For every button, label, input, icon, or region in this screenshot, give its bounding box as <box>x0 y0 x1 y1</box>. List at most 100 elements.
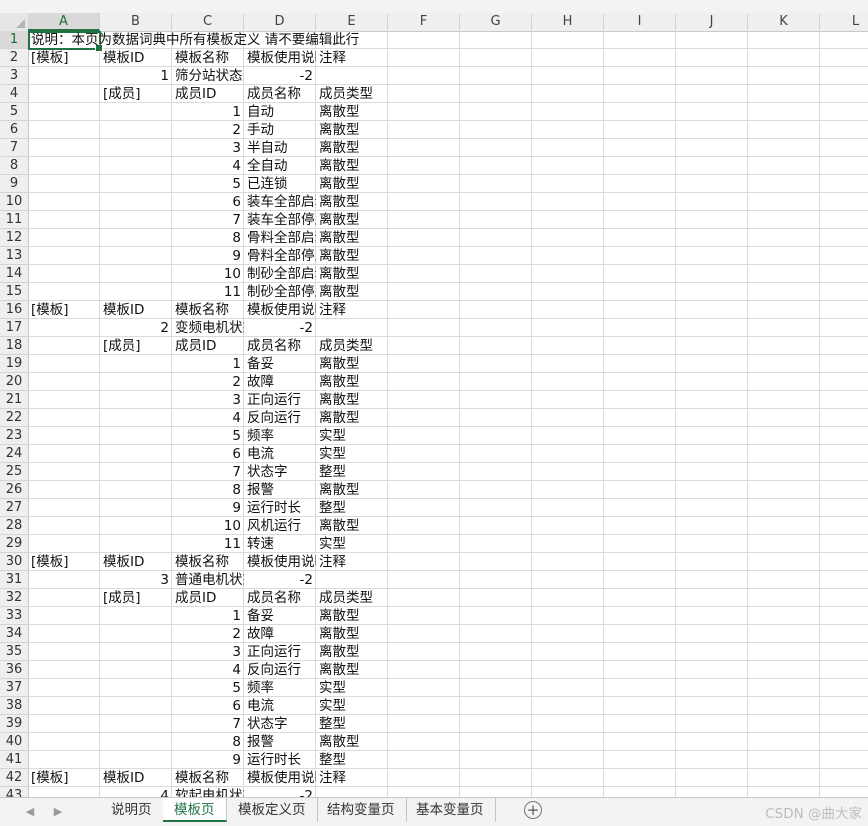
row-header[interactable]: 18 <box>0 337 28 355</box>
cell-c[interactable]: 1 <box>172 607 244 625</box>
cell-d[interactable]: 制砂全部停止 <box>244 283 316 301</box>
cell-a[interactable]: [模板] <box>28 553 100 571</box>
cell-d[interactable]: 电流 <box>244 445 316 463</box>
cell-e[interactable]: 整型 <box>316 751 388 769</box>
row-header[interactable]: 11 <box>0 211 28 229</box>
cell-c[interactable]: 模板名称 <box>172 49 244 67</box>
row-header[interactable]: 3 <box>0 67 28 85</box>
cell-d[interactable]: 制砂全部启动 <box>244 265 316 283</box>
cell-c[interactable]: 8 <box>172 733 244 751</box>
cell-d[interactable]: 风机运行 <box>244 517 316 535</box>
row-header[interactable]: 37 <box>0 679 28 697</box>
column-header-l[interactable]: L <box>820 13 868 31</box>
row-header[interactable]: 25 <box>0 463 28 481</box>
row-header[interactable]: 42 <box>0 769 28 787</box>
cell-e[interactable]: 离散型 <box>316 157 388 175</box>
row-header[interactable]: 40 <box>0 733 28 751</box>
cell-c[interactable]: 模板名称 <box>172 769 244 787</box>
cell-c[interactable]: 3 <box>172 391 244 409</box>
column-header-f[interactable]: F <box>388 13 460 31</box>
cell-e[interactable]: 成员类型 <box>316 85 388 103</box>
row-header[interactable]: 29 <box>0 535 28 553</box>
cell-b[interactable]: [成员] <box>100 589 172 607</box>
cell-c[interactable]: 3 <box>172 643 244 661</box>
cell-d[interactable]: 成员名称 <box>244 589 316 607</box>
row-header[interactable]: 17 <box>0 319 28 337</box>
cell-c[interactable]: 2 <box>172 121 244 139</box>
cell-c[interactable]: 7 <box>172 211 244 229</box>
cell-d[interactable]: 已连锁 <box>244 175 316 193</box>
column-header-c[interactable]: C <box>172 13 244 31</box>
cell-c[interactable]: 7 <box>172 715 244 733</box>
cell-e[interactable]: 离散型 <box>316 121 388 139</box>
cell-c[interactable]: 模板名称 <box>172 301 244 319</box>
row-header[interactable]: 12 <box>0 229 28 247</box>
row-header[interactable]: 26 <box>0 481 28 499</box>
cell-c[interactable]: 10 <box>172 517 244 535</box>
cell-c[interactable]: 6 <box>172 697 244 715</box>
cell-e[interactable]: 离散型 <box>316 733 388 751</box>
cell-e[interactable]: 离散型 <box>316 625 388 643</box>
cell-c[interactable]: 11 <box>172 535 244 553</box>
row-header[interactable]: 8 <box>0 157 28 175</box>
row-header[interactable]: 20 <box>0 373 28 391</box>
cell-c[interactable]: 2 <box>172 373 244 391</box>
cell-c[interactable]: 9 <box>172 499 244 517</box>
column-header-i[interactable]: I <box>604 13 676 31</box>
cell-c[interactable]: 1 <box>172 103 244 121</box>
column-header-e[interactable]: E <box>316 13 388 31</box>
column-header-h[interactable]: H <box>532 13 604 31</box>
cell-d[interactable]: 模板使用说明 <box>244 301 316 319</box>
row-header[interactable]: 15 <box>0 283 28 301</box>
row-header[interactable]: 9 <box>0 175 28 193</box>
row-header[interactable]: 10 <box>0 193 28 211</box>
cell-b[interactable]: 3 <box>100 571 172 589</box>
cell-e[interactable]: 离散型 <box>316 265 388 283</box>
cell-d[interactable]: -2 <box>244 67 316 85</box>
cell-c[interactable]: 成员ID <box>172 337 244 355</box>
cell-d[interactable]: -2 <box>244 571 316 589</box>
column-header-a[interactable]: A <box>28 13 100 31</box>
column-header-j[interactable]: J <box>676 13 748 31</box>
cell-e[interactable]: 离散型 <box>316 409 388 427</box>
cell-a[interactable]: 说明：本页为数据词典中所有模板定义 请不要编辑此行 <box>28 31 359 49</box>
cell-e[interactable]: 实型 <box>316 445 388 463</box>
row-header[interactable]: 32 <box>0 589 28 607</box>
cell-e[interactable]: 离散型 <box>316 391 388 409</box>
cell-d[interactable]: -2 <box>244 319 316 337</box>
cell-e[interactable]: 实型 <box>316 679 388 697</box>
row-header[interactable]: 28 <box>0 517 28 535</box>
cell-c[interactable]: 普通电机状态 <box>172 571 244 589</box>
cell-e[interactable]: 实型 <box>316 427 388 445</box>
plus-circle-icon[interactable]: + <box>524 801 542 819</box>
cell-d[interactable]: 模板使用说明 <box>244 49 316 67</box>
cell-c[interactable]: 4 <box>172 409 244 427</box>
cell-d[interactable]: 骨料全部启动 <box>244 229 316 247</box>
cell-e[interactable]: 注释 <box>316 553 388 571</box>
cell-e[interactable]: 离散型 <box>316 355 388 373</box>
row-header[interactable]: 1 <box>0 31 28 49</box>
sheet-tab[interactable]: 模板定义页 <box>227 798 318 822</box>
cell-c[interactable]: 5 <box>172 175 244 193</box>
cell-b[interactable]: 1 <box>100 67 172 85</box>
cell-d[interactable]: 成员名称 <box>244 337 316 355</box>
cell-c[interactable]: 6 <box>172 445 244 463</box>
cell-c[interactable]: 6 <box>172 193 244 211</box>
cell-d[interactable]: 模板使用说明 <box>244 769 316 787</box>
row-header[interactable]: 38 <box>0 697 28 715</box>
row-header[interactable]: 24 <box>0 445 28 463</box>
cell-d[interactable]: 备妥 <box>244 355 316 373</box>
row-header[interactable]: 23 <box>0 427 28 445</box>
cell-c[interactable]: 3 <box>172 139 244 157</box>
cell-d[interactable]: 全自动 <box>244 157 316 175</box>
row-header[interactable]: 22 <box>0 409 28 427</box>
cell-d[interactable]: 成员名称 <box>244 85 316 103</box>
chevron-left-icon[interactable]: ◀ <box>20 802 40 822</box>
row-header[interactable]: 16 <box>0 301 28 319</box>
cell-d[interactable]: 转速 <box>244 535 316 553</box>
row-header[interactable]: 41 <box>0 751 28 769</box>
cell-c[interactable]: 1 <box>172 355 244 373</box>
row-header[interactable]: 34 <box>0 625 28 643</box>
cell-d[interactable]: 装车全部启动 <box>244 193 316 211</box>
cell-d[interactable]: 自动 <box>244 103 316 121</box>
